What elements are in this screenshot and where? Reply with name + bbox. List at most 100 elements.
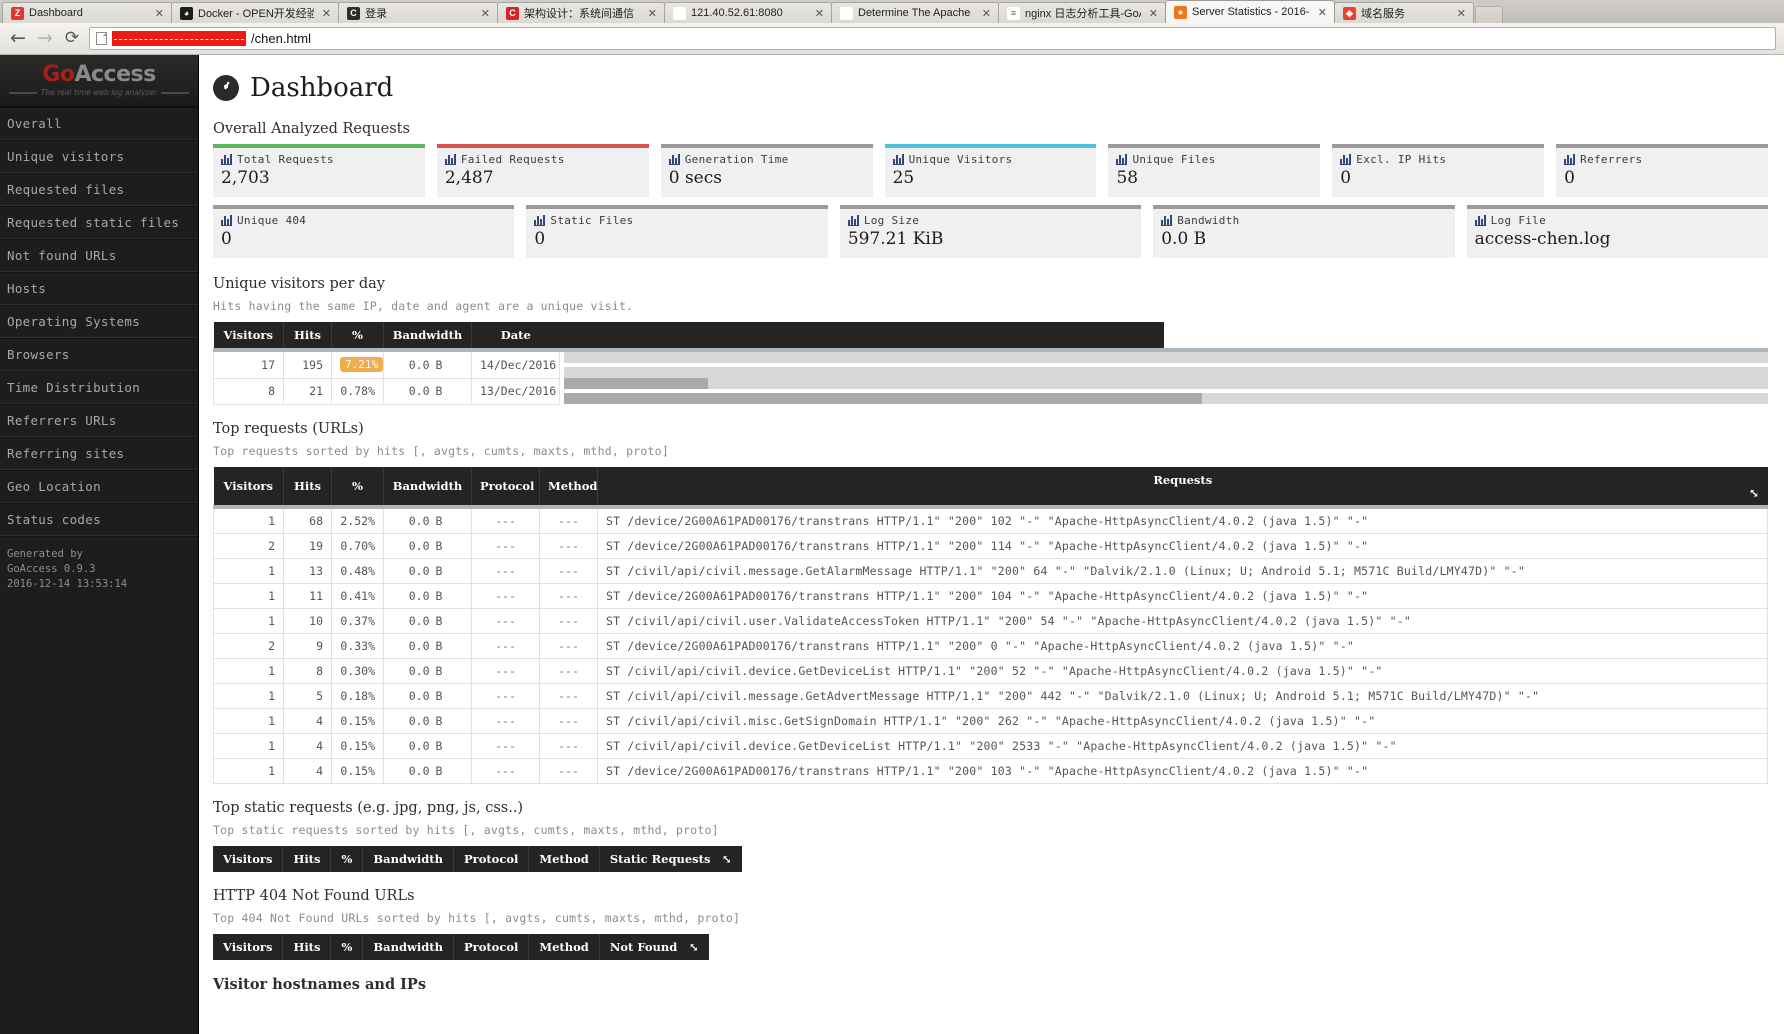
column-header-protocol[interactable]: Protocol (471, 466, 540, 507)
sidebar-item-requested-static-files[interactable]: Requested static files (0, 206, 198, 239)
column-header--[interactable]: % (330, 845, 364, 872)
top-static-table-head: Visitors Hits% Bandwidth Protocol Method Stat… (213, 845, 743, 872)
sidebar-item-time-distribution[interactable]: Time Distribution (0, 371, 198, 404)
reload-icon[interactable]: ⟳ (62, 30, 82, 47)
column-header-hits[interactable]: Hits (283, 322, 332, 350)
tab-close-icon[interactable]: ✕ (1146, 7, 1161, 20)
stat-panel-value: 0 secs (668, 168, 722, 188)
column-header-visitors[interactable]: Visitors (213, 845, 284, 872)
cell-protocol: --- (471, 557, 540, 584)
not-found-description: Top 404 Not Found URLs sorted by hits [,… (213, 910, 741, 925)
tab-close-icon[interactable]: ✕ (1315, 6, 1330, 19)
cell-visitors: 1 (213, 682, 284, 709)
cell-visitors: 8 (213, 377, 284, 405)
column-header-hits[interactable]: Hits (282, 933, 332, 960)
sidebar-item-requested-files[interactable]: Requested files (0, 173, 198, 206)
column-header-hits[interactable]: Hits (283, 466, 332, 507)
column-header-method[interactable]: Method (528, 845, 600, 872)
column-header-method[interactable]: Method (528, 933, 600, 960)
table-header-row: Visitors Hits% Bandwidth Protocol Method Stat… (213, 845, 743, 872)
tab-close-icon[interactable]: ✕ (979, 7, 994, 20)
top-static-description: Top static requests sorted by hits [, av… (213, 822, 719, 837)
column-header-hits[interactable]: Hits (282, 845, 332, 872)
address-bar[interactable]: —————————— /chen.html (89, 27, 1776, 50)
browser-tab-7[interactable]: ● Server Statistics - 2016- ✕ (1165, 0, 1335, 23)
column-header-visitors[interactable]: Visitors (213, 466, 284, 507)
tab-favicon-icon: ≡ (1007, 6, 1020, 20)
goaccess-report: GoAccess The real time web log analyzer … (0, 55, 1784, 1034)
sidebar-item-overall[interactable]: Overall (0, 107, 198, 140)
column-header-protocol[interactable]: Protocol (453, 845, 530, 872)
browser-tab-8[interactable]: ◈ 域名服务 ✕ (1334, 2, 1474, 23)
sidebar-item-label: Unique visitors (7, 149, 125, 164)
browser-tab-4[interactable]: 121.40.52.61:8080 ✕ (664, 2, 832, 23)
column-header--[interactable]: % (331, 466, 384, 507)
column-header--[interactable]: % (330, 933, 364, 960)
browser-tab-6[interactable]: ≡ nginx 日志分析工具-GoA ✕ (998, 2, 1166, 23)
browser-tab-0[interactable]: Z Dashboard ✕ (2, 2, 172, 23)
sidebar-item-unique-visitors[interactable]: Unique visitors (0, 140, 198, 173)
visitors-table-head: Visitors Hits% Bandwidth Date (213, 322, 1769, 350)
table-row: 8 21 0.78% 0.0 B 13/Dec/2016 (213, 377, 1768, 405)
cell-bar-chart (559, 378, 1768, 404)
forward-icon[interactable]: → (35, 29, 55, 48)
column-header-bandwidth[interactable]: Bandwidth (362, 845, 454, 872)
visitors-table: Visitors Hits% Bandwidth Date 17 195 7.21% 0.0… (213, 322, 1768, 405)
tagline-rule-left (8, 91, 37, 94)
column-header-bandwidth[interactable]: Bandwidth (383, 466, 472, 507)
column-header-static-requests[interactable]: Static Requests ⤢ (599, 845, 743, 872)
expand-icon[interactable]: ⤢ (1749, 486, 1759, 500)
stat-panel-value: 58 (1116, 168, 1139, 188)
browser-tab-2[interactable]: C 登录 ✕ (338, 2, 498, 23)
column-header-protocol[interactable]: Protocol (453, 933, 530, 960)
cell-visitors: 2 (213, 632, 284, 659)
column-header-method[interactable]: Method (539, 466, 598, 507)
cell-request: ST /device/2G00A61PAD00176/transtrans HT… (597, 532, 1768, 559)
column-header-date[interactable]: Date (471, 322, 560, 350)
back-icon[interactable]: ← (8, 29, 28, 48)
tab-close-icon[interactable]: ✕ (152, 7, 167, 20)
column-header-bandwidth[interactable]: Bandwidth (383, 322, 472, 350)
sidebar-item-geo-location[interactable]: Geo Location (0, 470, 198, 503)
sidebar-item-referrers-urls[interactable]: Referrers URLs (0, 404, 198, 437)
page-title-text: Dashboard (250, 73, 394, 103)
cell-bandwidth-unit: B (431, 757, 472, 784)
cell-bandwidth-unit: B (431, 682, 472, 709)
generated-by-version: GoAccess 0.9.3 (7, 563, 96, 576)
column-header-not-found[interactable]: Not Found ⤢ (599, 933, 709, 960)
stat-panel-value: 2,487 (444, 168, 494, 188)
expand-icon[interactable]: ⤢ (722, 852, 732, 866)
top-requests-description: Top requests sorted by hits [, avgts, cu… (213, 443, 669, 458)
sidebar-item-referring-sites[interactable]: Referring sites (0, 437, 198, 470)
cell-percent: 2.52% (331, 504, 384, 534)
tab-label: Server Statistics - 2016- (1192, 6, 1310, 18)
sidebar-item-label: Requested static files (7, 215, 180, 230)
tab-close-icon[interactable]: ✕ (645, 7, 660, 20)
tab-close-icon[interactable]: ✕ (478, 7, 493, 20)
column-header-requests[interactable]: Requests ⤢ (597, 466, 1768, 507)
tab-close-icon[interactable]: ✕ (319, 7, 334, 20)
tab-close-icon[interactable]: ✕ (1454, 7, 1469, 20)
browser-tab-3[interactable]: C 架构设计：系统间通信（ ✕ (497, 2, 665, 23)
column-header--[interactable]: % (331, 322, 384, 350)
cell-protocol: --- (471, 707, 540, 734)
sidebar-item-status-codes[interactable]: Status codes (0, 503, 198, 536)
cell-visitors: 1 (213, 607, 284, 634)
expand-icon[interactable]: ⤢ (689, 940, 699, 954)
sidebar-item-operating-systems[interactable]: Operating Systems (0, 305, 198, 338)
sidebar-item-label: Hosts (7, 281, 47, 296)
sidebar-item-browsers[interactable]: Browsers (0, 338, 198, 371)
tab-label: Docker - OPEN开发经验 (198, 8, 314, 20)
column-header-visitors[interactable]: Visitors (213, 322, 284, 350)
sidebar-item-hosts[interactable]: Hosts (0, 272, 198, 305)
tab-close-icon[interactable]: ✕ (812, 7, 827, 20)
new-tab-button[interactable] (1475, 6, 1503, 23)
browser-tab-5[interactable]: Determine The Apache ✕ (831, 2, 999, 23)
column-header-visitors[interactable]: Visitors (213, 933, 284, 960)
bar-chart-icon (668, 153, 680, 165)
column-header-bandwidth[interactable]: Bandwidth (362, 933, 454, 960)
stat-panel-label: Failed Requests (444, 153, 641, 166)
browser-tab-1[interactable]: ◕ Docker - OPEN开发经验 ✕ (171, 2, 339, 23)
page-title: Dashboard (213, 73, 1784, 103)
sidebar-item-not-found-urls[interactable]: Not found URLs (0, 239, 198, 272)
